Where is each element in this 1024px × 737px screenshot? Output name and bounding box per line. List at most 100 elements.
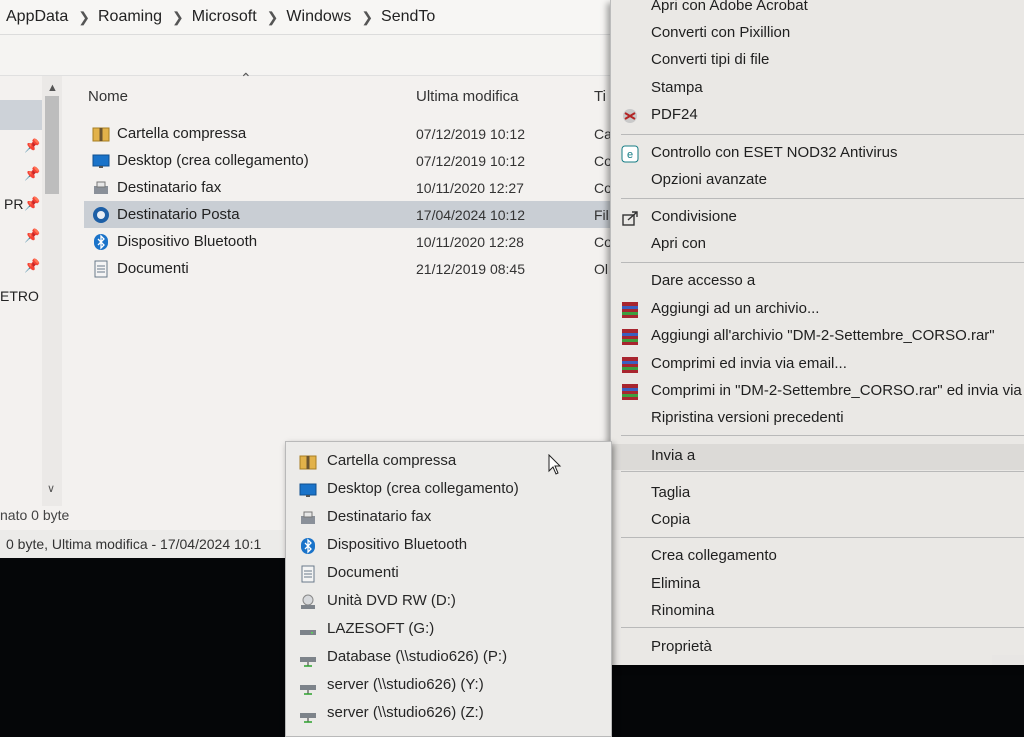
column-header-type[interactable]: Ti bbox=[594, 76, 606, 116]
ctx-item-rinomina[interactable]: Rinomina bbox=[611, 599, 1024, 625]
ctx-item-label: Taglia bbox=[651, 484, 691, 501]
send-to-item-label: Unità DVD RW (D:) bbox=[327, 592, 456, 609]
breadcrumb-appdata[interactable]: AppData bbox=[0, 8, 76, 26]
network-drive-icon bbox=[299, 677, 317, 695]
send-to-item[interactable]: Documenti bbox=[286, 559, 611, 587]
svg-text:e: e bbox=[627, 149, 633, 161]
send-to-item[interactable]: LAZESOFT (G:) bbox=[286, 615, 611, 643]
status-selected-size: nato 0 byte bbox=[0, 507, 70, 523]
network-drive-icon bbox=[299, 705, 317, 723]
breadcrumb-chevron-icon[interactable]: ❯ bbox=[265, 9, 281, 26]
ctx-item-dare-accesso-a[interactable]: Dare accesso a bbox=[611, 269, 1024, 295]
mail-icon bbox=[92, 206, 110, 224]
sort-ascending-icon: ⌃ bbox=[240, 70, 252, 86]
ctx-item-label: Elimina bbox=[651, 575, 701, 592]
pin-icon[interactable]: 📌 bbox=[24, 138, 40, 154]
ctx-item-condivisione[interactable]: Condivisione bbox=[611, 205, 1024, 231]
file-row[interactable]: Documenti 21/12/2019 08:45 Ol bbox=[84, 255, 620, 282]
desktop-icon bbox=[92, 152, 110, 170]
send-to-item[interactable]: Destinatario fax bbox=[286, 503, 611, 531]
ctx-item-label: Controllo con ESET NOD32 Antivirus bbox=[651, 144, 898, 161]
file-type: Fil bbox=[594, 207, 609, 223]
file-row[interactable]: Cartella compressa 07/12/2019 10:12 Ca bbox=[84, 120, 620, 147]
documents-icon bbox=[92, 260, 110, 278]
ctx-item-pdf24[interactable]: PDF24 bbox=[611, 103, 1024, 129]
ctx-item-label: Stampa bbox=[651, 79, 703, 96]
desktop-icon bbox=[299, 481, 317, 499]
scroll-up-icon[interactable]: ▲ bbox=[47, 82, 58, 94]
pin-icon[interactable]: 📌 bbox=[24, 228, 40, 244]
ctx-item-label: Converti tipi di file bbox=[651, 51, 770, 68]
ctx-item-controllo-con-eset-nod32-antiv[interactable]: e Controllo con ESET NOD32 Antivirus bbox=[611, 141, 1024, 167]
send-to-item-label: Database (\\studio626) (P:) bbox=[327, 648, 508, 665]
pin-icon[interactable]: 📌 bbox=[24, 166, 40, 182]
ctx-item-invia-a[interactable]: Invia a bbox=[611, 444, 1024, 470]
send-to-item[interactable]: Database (\\studio626) (P:) bbox=[286, 643, 611, 671]
column-header-name[interactable]: Nome bbox=[88, 76, 128, 116]
send-to-item[interactable]: Dispositivo Bluetooth bbox=[286, 531, 611, 559]
send-to-item[interactable]: server (\\studio626) (Y:) bbox=[286, 671, 611, 699]
nav-item-label[interactable]: PR bbox=[4, 196, 23, 212]
ctx-item-opzioni-avanzate[interactable]: Opzioni avanzate bbox=[611, 168, 1024, 194]
ctx-item-ripristina-versioni-precedenti[interactable]: Ripristina versioni precedenti bbox=[611, 406, 1024, 432]
nav-selected-item[interactable] bbox=[0, 100, 42, 130]
send-to-item-label: Documenti bbox=[327, 564, 399, 581]
ctx-item-comprimi-in-dm-2-settembre-cor[interactable]: Comprimi in "DM-2-Settembre_CORSO.rar" e… bbox=[611, 379, 1024, 405]
nav-item-label[interactable]: ETRO bbox=[0, 288, 39, 304]
file-row[interactable]: Dispositivo Bluetooth 10/11/2020 12:28 Co bbox=[84, 228, 620, 255]
breadcrumb-sendto[interactable]: SendTo bbox=[375, 8, 443, 26]
file-modified-date: 10/11/2020 12:28 bbox=[416, 234, 524, 250]
send-to-item[interactable]: Unità DVD RW (D:) bbox=[286, 587, 611, 615]
ctx-item-crea-collegamento[interactable]: Crea collegamento bbox=[611, 544, 1024, 570]
send-to-item-label: Desktop (crea collegamento) bbox=[327, 480, 519, 497]
breadcrumb-windows[interactable]: Windows bbox=[280, 8, 359, 26]
file-row[interactable]: Destinatario Posta 17/04/2024 10:12 Fil bbox=[84, 201, 620, 228]
ctx-item-apri-con-adobe-acrobat[interactable]: Apri con Adobe Acrobat bbox=[611, 0, 1024, 20]
ctx-item-aggiungi-ad-un-archivio[interactable]: Aggiungi ad un archivio... bbox=[611, 297, 1024, 323]
ctx-item-taglia[interactable]: Taglia bbox=[611, 481, 1024, 507]
file-name: Cartella compressa bbox=[117, 125, 247, 142]
breadcrumb-chevron-icon[interactable]: ❯ bbox=[170, 9, 186, 26]
scroll-down-icon[interactable]: ∨ bbox=[47, 482, 55, 495]
breadcrumb-chevron-icon[interactable]: ❯ bbox=[76, 9, 92, 26]
file-row[interactable]: Desktop (crea collegamento) 07/12/2019 10… bbox=[84, 147, 620, 174]
ctx-item-comprimi-ed-invia-via-email[interactable]: Comprimi ed invia via email... bbox=[611, 352, 1024, 378]
send-to-item-label: Dispositivo Bluetooth bbox=[327, 536, 468, 553]
breadcrumb-roaming[interactable]: Roaming bbox=[92, 8, 170, 26]
file-modified-date: 21/12/2019 08:45 bbox=[416, 261, 525, 277]
send-to-item-label: server (\\studio626) (Y:) bbox=[327, 676, 484, 693]
ctx-item-label: Proprietà bbox=[651, 638, 712, 655]
ctx-item-label: Crea collegamento bbox=[651, 547, 777, 564]
taskbar-fragment bbox=[992, 655, 1024, 665]
ctx-item-apri-con[interactable]: Apri con bbox=[611, 232, 1024, 258]
ctx-item-converti-con-pixillion[interactable]: Converti con Pixillion bbox=[611, 21, 1024, 47]
breadcrumb-chevron-icon[interactable]: ❯ bbox=[359, 9, 375, 26]
ctx-item-label: Opzioni avanzate bbox=[651, 171, 767, 188]
pin-icon[interactable]: 📌 bbox=[24, 258, 40, 274]
nav-scrollbar-thumb[interactable] bbox=[45, 96, 59, 194]
mouse-cursor-icon bbox=[548, 454, 562, 475]
ctx-item-elimina[interactable]: Elimina bbox=[611, 572, 1024, 598]
eset-icon: e bbox=[621, 145, 639, 163]
send-to-item[interactable]: server (\\studio626) (Z:) bbox=[286, 699, 611, 727]
menu-separator bbox=[621, 471, 1024, 472]
ctx-item-label: Condivisione bbox=[651, 208, 737, 225]
ctx-item-stampa[interactable]: Stampa bbox=[611, 76, 1024, 102]
column-header-modified[interactable]: Ultima modifica bbox=[416, 76, 519, 116]
send-to-item[interactable]: Desktop (crea collegamento) bbox=[286, 475, 611, 503]
ctx-item-aggiungi-all-archivio-dm-2-set[interactable]: Aggiungi all'archivio "DM-2-Settembre_CO… bbox=[611, 324, 1024, 350]
file-modified-date: 17/04/2024 10:12 bbox=[416, 207, 525, 223]
ctx-item-label: Ripristina versioni precedenti bbox=[651, 409, 844, 426]
context-menu: Apri con Adobe Acrobat Converti con Pixil… bbox=[610, 0, 1024, 665]
ctx-item-label: Aggiungi all'archivio "DM-2-Settembre_CO… bbox=[651, 327, 995, 344]
file-row[interactable]: Destinatario fax 10/11/2020 12:27 Co bbox=[84, 174, 620, 201]
send-to-item-label: LAZESOFT (G:) bbox=[327, 620, 435, 637]
ctx-item-converti-tipi-di-file[interactable]: Converti tipi di file bbox=[611, 48, 1024, 74]
share-icon bbox=[621, 209, 639, 227]
breadcrumb-microsoft[interactable]: Microsoft bbox=[186, 8, 265, 26]
ctx-item-propriet[interactable]: Proprietà bbox=[611, 635, 1024, 661]
send-to-item[interactable]: Cartella compressa bbox=[286, 447, 611, 475]
ctx-item-label: Apri con Adobe Acrobat bbox=[651, 0, 808, 14]
pin-icon[interactable]: 📌 bbox=[24, 196, 40, 212]
ctx-item-copia[interactable]: Copia bbox=[611, 508, 1024, 534]
